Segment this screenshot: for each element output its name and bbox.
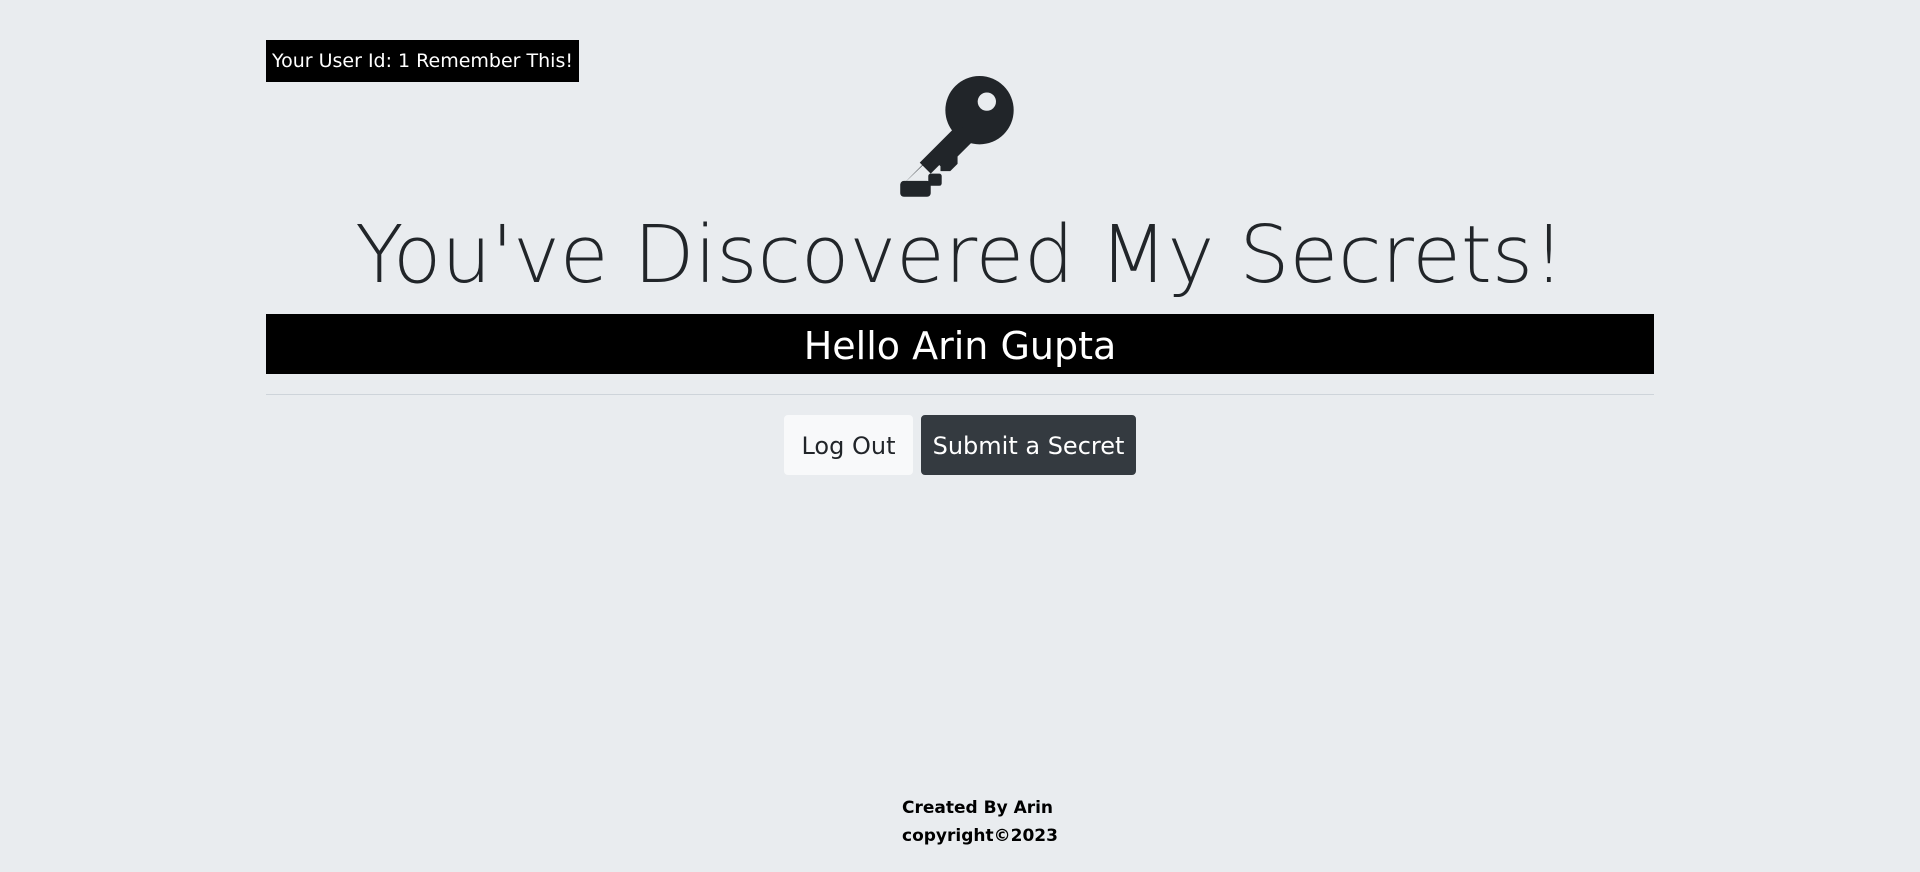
divider — [266, 394, 1654, 395]
footer-copyright: copyright©2023 — [902, 826, 1058, 846]
footer: Created By Arin copyright©2023 — [902, 794, 1058, 850]
footer-created-by: Created By Arin — [902, 798, 1054, 818]
logout-button[interactable]: Log Out — [784, 415, 913, 475]
greeting-banner: Hello Arin Gupta — [266, 314, 1654, 374]
submit-secret-button[interactable]: Submit a Secret — [921, 415, 1136, 475]
page-title: You've Discovered My Secrets! — [355, 209, 1565, 301]
user-id-badge: Your User Id: 1 Remember This! — [266, 40, 579, 82]
page-container: Your User Id: 1 Remember This! You've Di… — [266, 0, 1654, 872]
key-icon — [899, 76, 1021, 198]
